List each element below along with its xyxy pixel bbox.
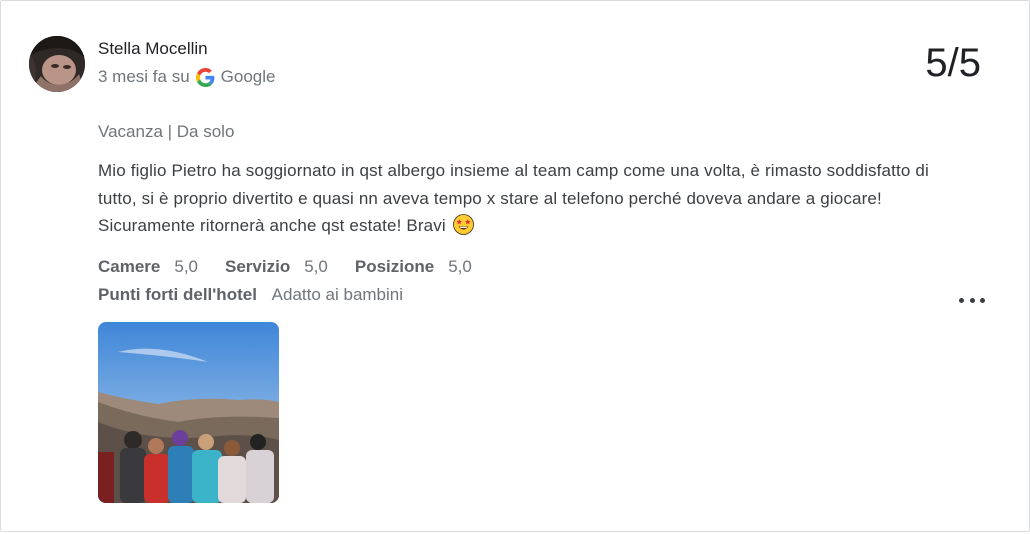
author-name[interactable]: Stella Mocellin [98, 39, 208, 59]
highlights-value: Adatto ai bambini [271, 285, 404, 304]
avatar[interactable] [29, 36, 85, 92]
review-score: 5/5 [925, 41, 981, 85]
highlights-label: Punti forti dell'hotel [98, 285, 257, 304]
review-text: Mio figlio Pietro ha soggiornato in qst … [98, 161, 929, 235]
review-source: Google [220, 67, 276, 86]
review-card: Stella Mocellin 3 mesi fa su Google 5/5 … [0, 0, 1030, 532]
rating-label-servizio: Servizio [225, 257, 291, 276]
google-logo-icon [195, 67, 215, 87]
category-ratings: Camere 5,0 Servizio 5,0 Posizione 5,0 [98, 257, 499, 277]
rating-label-camere: Camere [98, 257, 161, 276]
review-meta: 3 mesi fa su Google [98, 67, 275, 87]
hotel-highlights: Punti forti dell'hotel Adatto ai bambini [98, 285, 403, 305]
review-text-block: Mio figlio Pietro ha soggiornato in qst … [98, 157, 948, 240]
rating-value-servizio: 5,0 [304, 257, 328, 276]
rating-value-posizione: 5,0 [448, 257, 472, 276]
star-struck-emoji-icon [452, 214, 474, 235]
rating-label-posizione: Posizione [354, 257, 435, 276]
time-ago: 3 mesi fa su [98, 67, 190, 86]
more-horizontal-icon[interactable] [959, 290, 985, 310]
review-photo[interactable] [98, 322, 279, 503]
trip-type: Vacanza | Da solo [98, 122, 235, 141]
rating-value-camere: 5,0 [174, 257, 199, 276]
